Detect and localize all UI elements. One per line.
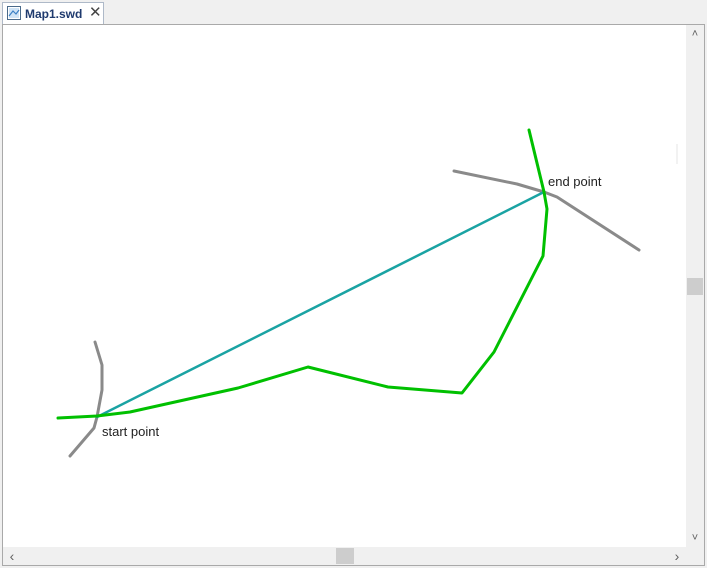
horizontal-scroll-thumb[interactable] xyxy=(336,548,354,564)
document-tab-bar: Map1.swd ✕ xyxy=(0,0,707,24)
horizontal-scrollbar[interactable]: ‹ › xyxy=(3,547,686,565)
vertical-scrollbar[interactable]: ˄ ˅ xyxy=(686,25,704,547)
scroll-left-button[interactable]: ‹ xyxy=(3,547,21,565)
close-icon[interactable]: ✕ xyxy=(89,4,102,22)
scroll-down-button[interactable]: ˅ xyxy=(686,529,704,547)
tab-title: Map1.swd xyxy=(25,7,83,21)
scroll-up-button[interactable]: ˄ xyxy=(686,25,704,43)
map-canvas[interactable]: start point end point xyxy=(3,25,686,547)
map-drawing xyxy=(56,128,678,458)
straight-line xyxy=(95,190,546,419)
vertical-scroll-thumb[interactable] xyxy=(687,278,703,295)
tab-map1[interactable]: Map1.swd ✕ xyxy=(2,2,104,24)
scroll-right-button[interactable]: › xyxy=(668,547,686,565)
start-point-label: start point xyxy=(102,424,160,439)
road-left xyxy=(68,340,104,458)
map-document-icon xyxy=(7,6,21,20)
scrollbar-corner xyxy=(686,547,704,565)
route-line xyxy=(56,128,549,420)
map-window: start point end point ˄ ˅ ‹ › xyxy=(2,24,705,566)
end-point-label: end point xyxy=(548,174,602,189)
